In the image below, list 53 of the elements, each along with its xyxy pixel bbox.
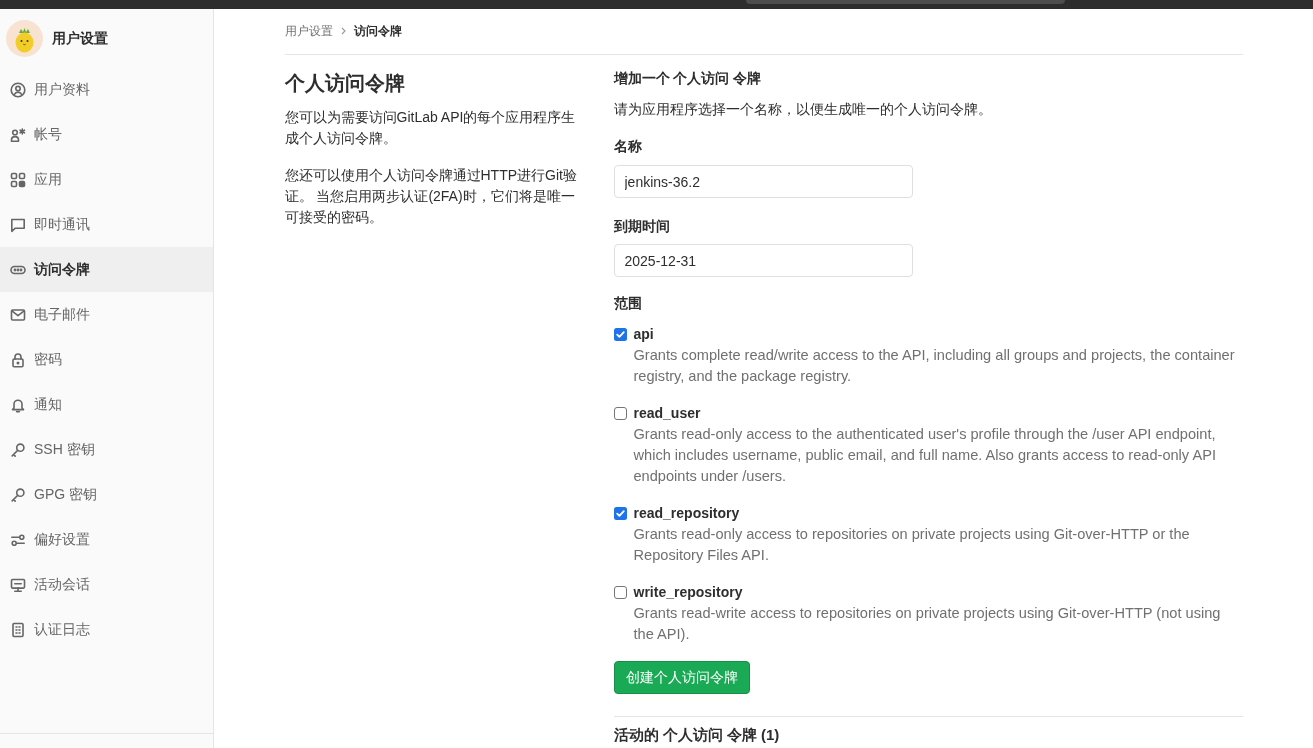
scope-description: Grants read-only access to the authenticated user's profile through the /user API endpoint, which includes username, public email, and full name. Also grants access to read-only API endpoints under /users. [633,425,1217,486]
scope-description: Grants read-write access to repositories on private projects using Git-over-HTTP (not using the API). [633,604,1222,644]
sidebar-item[interactable]: 偏好设置 [0,517,213,562]
sidebar-item[interactable]: 应用 [0,157,213,202]
sidebar-title: 用户设置 [52,29,108,48]
avatar-icon [6,19,43,57]
grid-icon [10,171,26,188]
scope-description: Grants read-only access to repositories on private projects using Git-over-HTTP or the Repository Files API. [633,525,1191,565]
create-token-button[interactable]: 创建个人访问令牌 [613,661,750,694]
sidebar-item[interactable]: SSH 密钥 [0,427,213,472]
intro-paragraph: 您还可以使用个人访问令牌通过HTTP进行Git验证。 当您启用两步认证(2FA)时，它们将是唯一可接受的密码。 [284,166,578,227]
person-asterisk-icon [10,126,26,143]
checkbox[interactable] [613,328,627,341]
monitor-icon [10,576,26,593]
scope-description: Grants complete read/write access to the API, including all groups and projects, the container registry, and the package registry. [633,346,1236,386]
form-heading: 增加一个 个人访问 令牌 [613,69,763,88]
sidebar-item[interactable]: 帐号 [0,112,213,157]
intro-paragraph: 您可以为需要访问GitLab API的每个应用程序生成个人访问令牌。 [284,108,577,148]
sidebar-item[interactable]: GPG 密钥 [0,472,213,517]
scope-name: write_repository [633,583,743,602]
sidebar-item[interactable]: 密码 [0,337,213,382]
envelope-icon [10,306,26,323]
key-icon [10,486,26,503]
page-title: 个人访问令牌 [284,71,406,96]
sidebar-item[interactable]: 电子邮件 [0,292,213,337]
sidebar-item[interactable]: 即时通讯 [0,202,213,247]
lock-icon [10,351,26,368]
field-label: 到期时间 [613,217,671,236]
checkbox[interactable] [613,407,627,420]
document-grid-icon [10,621,26,638]
scope-name: read_user [633,404,701,423]
checkbox[interactable] [613,507,627,520]
chat-bubble-icon [10,216,26,233]
input-field[interactable]: 2025-12-31 [613,244,913,277]
scope-name: read_repository [633,504,740,523]
sidebar-item[interactable]: 访问令牌 [0,247,213,292]
sidebar-item[interactable]: 通知 [0,382,213,427]
input-field[interactable]: jenkins-36.2 [613,165,913,198]
scope-name: api [633,325,654,344]
checkbox[interactable] [613,586,627,599]
key-icon [10,441,26,458]
field-label: 名称 [613,137,643,156]
chevron-right-icon [340,27,346,35]
breadcrumb-link[interactable]: 用户设置 [284,23,333,39]
sidebar-item[interactable]: 活动会话 [0,562,213,607]
user-circle-icon [10,81,26,98]
sidebar-item[interactable]: 认证日志 [0,607,213,652]
field-label: 范围 [613,294,643,313]
breadcrumb-current: 访问令牌 [353,23,402,39]
form-description: 请为应用程序选择一个名称，以便生成唯一的个人访问令牌。 [613,100,993,119]
sidebar-item[interactable]: 用户资料 [0,67,213,112]
bell-icon [10,396,26,413]
section-heading: 活动的 个人访问 令牌 (1) [613,725,781,745]
